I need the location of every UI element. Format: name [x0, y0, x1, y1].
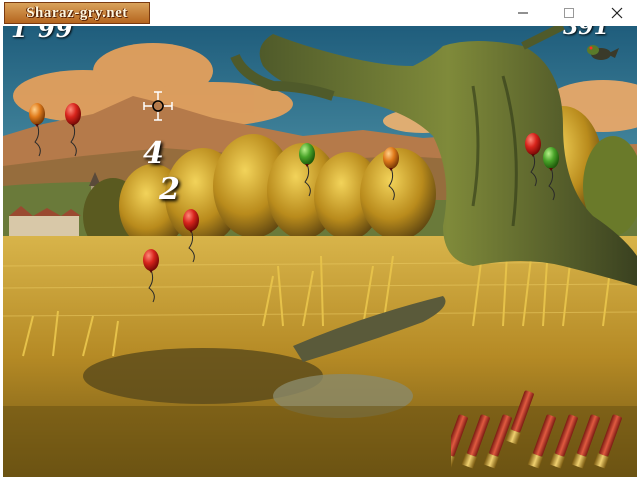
minimize-button[interactable]: [500, 0, 546, 26]
maximize-icon: [564, 8, 574, 18]
minimize-icon: [518, 12, 528, 14]
score-display: 1 99: [11, 26, 74, 43]
maximize-button[interactable]: [546, 0, 592, 26]
site-logo: Sharaz-gry.net: [4, 2, 150, 24]
hit-points-popup: 4: [143, 136, 164, 171]
hit-points-popup: 2: [159, 172, 180, 207]
close-icon: [611, 7, 623, 19]
ammo-counter: 391: [563, 26, 609, 40]
ammo-shells: [451, 390, 622, 469]
close-button[interactable]: [594, 0, 640, 26]
window-titlebar: Sharaz-gry.net: [0, 0, 640, 26]
game-viewport[interactable]: 1 99 391 4 2: [3, 26, 637, 477]
